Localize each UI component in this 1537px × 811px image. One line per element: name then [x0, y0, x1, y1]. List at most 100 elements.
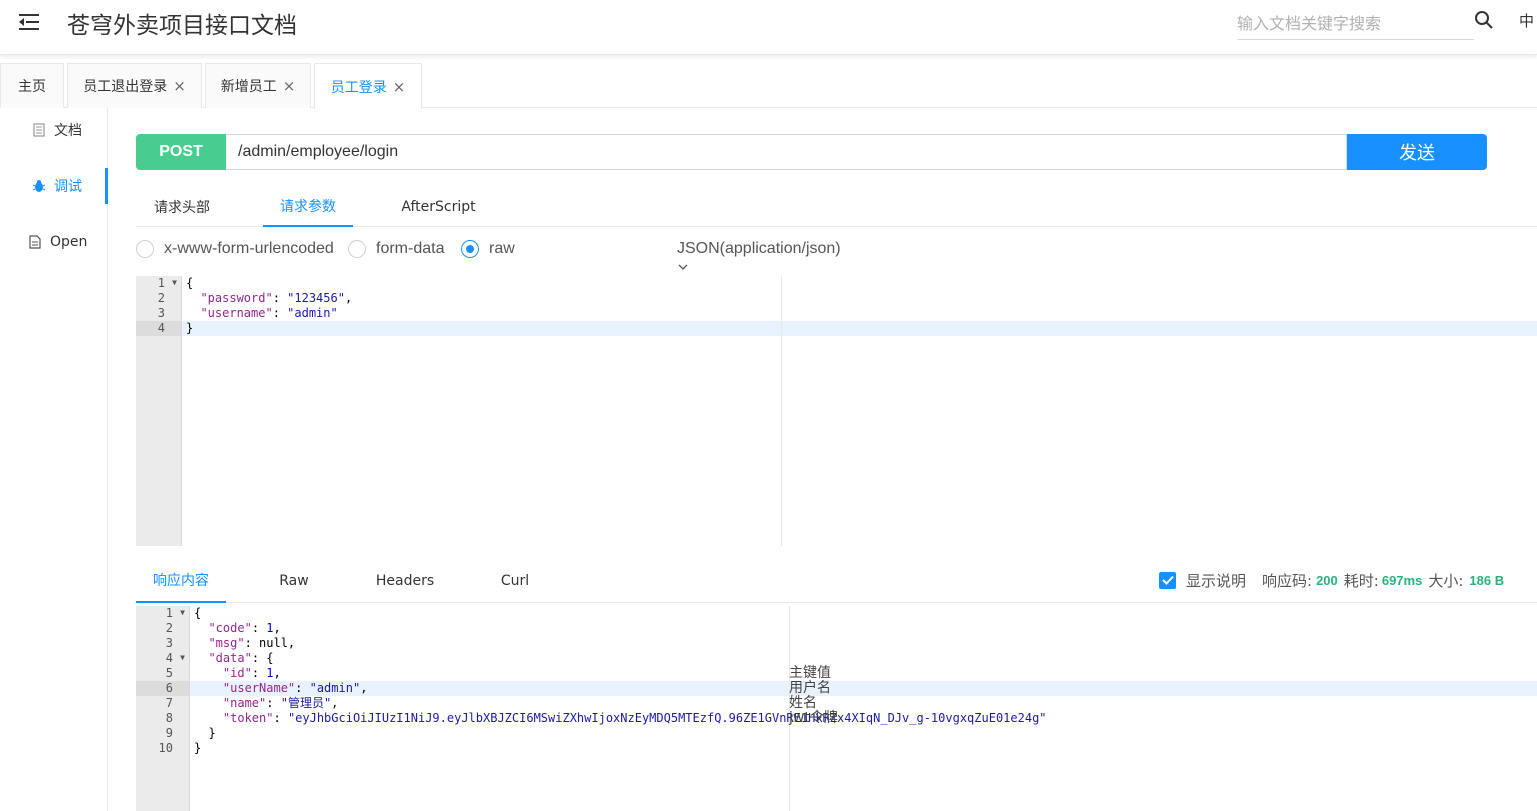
nav-item-label: 调试: [54, 179, 82, 195]
tab-response-headers[interactable]: Headers: [373, 559, 437, 603]
file-icon: [29, 235, 41, 249]
page-title: 苍穹外卖项目接口文档: [67, 13, 297, 39]
time-label: 耗时:: [1343, 571, 1379, 590]
close-icon[interactable]: ×: [173, 77, 186, 95]
request-tabs: 请求头部 请求参数 AfterScript: [136, 186, 1537, 227]
line-number: 6: [136, 681, 189, 696]
radio-raw[interactable]: raw: [461, 240, 515, 258]
code-line: "data": {: [208, 651, 274, 665]
tab-home[interactable]: 主页: [0, 63, 64, 108]
line-number: 7: [165, 696, 173, 710]
body-type-radios: x-www-form-urlencoded form-data raw JSON…: [136, 240, 841, 270]
menu-fold-icon[interactable]: [16, 10, 42, 34]
radio-circle[interactable]: [348, 240, 366, 258]
line-number: 10: [158, 741, 173, 755]
radio-label: raw: [489, 240, 515, 257]
search-input[interactable]: [1237, 8, 1474, 38]
line-number: 2: [157, 291, 165, 305]
radio-label: x-www-form-urlencoded: [164, 240, 334, 257]
code-line: }: [194, 726, 216, 740]
nav-item-label: 文档: [54, 123, 82, 139]
active-line-highlight: [182, 321, 1537, 336]
code-line: "code": 1,: [208, 621, 281, 635]
code-line: }: [186, 321, 194, 335]
close-icon[interactable]: ×: [283, 77, 296, 95]
tab-employee-login[interactable]: 员工登录 ×: [314, 63, 422, 109]
document-icon: [33, 123, 45, 137]
field-description: 主键值: [789, 665, 831, 681]
search-box: [1237, 8, 1474, 40]
code-line: "username": "admin": [200, 306, 338, 320]
fold-arrow-icon[interactable]: ▼: [172, 278, 177, 287]
code-line: "password": "123456",: [200, 291, 353, 305]
show-description-label[interactable]: 显示说明: [1186, 570, 1246, 591]
code-line: "name": "管理员",: [222, 696, 339, 710]
size-label: 大小:: [1428, 571, 1464, 590]
tab-label: 新增员工: [220, 79, 277, 95]
response-body-editor[interactable]: 1 ▼ 2 3 4 ▼ 5 6 7 8 9 10 { "code": 1, "m…: [136, 606, 1537, 811]
request-body-editor[interactable]: 1 ▼ 2 3 4 { "password": "123456", "usern…: [136, 276, 1537, 546]
tab-employee-logout[interactable]: 员工退出登录 ×: [67, 63, 202, 108]
editor-gutter: 1 ▼ 2 3 4: [136, 276, 182, 546]
code-line: {: [194, 606, 202, 620]
content-type-value: JSON(application/json): [677, 240, 841, 257]
url-input[interactable]: [226, 134, 1347, 170]
tab-after-script[interactable]: AfterScript: [391, 186, 486, 227]
fold-arrow-icon[interactable]: ▼: [180, 653, 185, 662]
line-number: 5: [165, 666, 173, 680]
app-header: 苍穹外卖项目接口文档 中: [0, 0, 1537, 55]
tab-label: 员工登录: [330, 79, 387, 96]
radio-circle[interactable]: [461, 240, 479, 258]
tab-request-params[interactable]: 请求参数: [263, 186, 353, 227]
code-line: {: [186, 276, 194, 290]
line-number: 8: [165, 711, 173, 725]
left-nav: 文档 调试 Open: [0, 108, 108, 811]
nav-item-debug[interactable]: 调试: [0, 168, 108, 204]
active-line-highlight: [190, 681, 1537, 696]
tab-response-curl[interactable]: Curl: [494, 559, 536, 603]
radio-label: form-data: [376, 240, 445, 257]
line-number: 3: [157, 306, 165, 320]
fold-arrow-icon[interactable]: ▼: [180, 608, 185, 617]
radio-circle[interactable]: [136, 240, 154, 258]
close-icon[interactable]: ×: [393, 78, 406, 96]
code-line: "id": 1,: [222, 666, 281, 680]
tab-label: 主页: [18, 79, 46, 95]
radio-form-data[interactable]: form-data: [348, 240, 444, 258]
status-code-label: 响应码:: [1262, 571, 1313, 590]
send-button[interactable]: 发送: [1347, 134, 1487, 170]
radio-urlencoded[interactable]: x-www-form-urlencoded: [136, 240, 334, 258]
tab-label: 员工退出登录: [83, 79, 168, 95]
line-number: 4: [136, 321, 181, 336]
tab-add-employee[interactable]: 新增员工 ×: [205, 63, 311, 108]
tab-response-raw[interactable]: Raw: [271, 559, 317, 603]
language-switch[interactable]: 中: [1519, 10, 1534, 31]
code-line: "token": "eyJhbGciOiJIUzI1NiJ9.eyJlbXBJZ…: [222, 711, 1047, 725]
field-description: 姓名: [789, 695, 817, 711]
search-icon[interactable]: [1474, 10, 1494, 30]
response-meta: 显示说明 响应码: 200 耗时: 697ms 大小: 186 B: [1159, 570, 1504, 590]
http-method-badge[interactable]: POST: [136, 134, 226, 170]
code-line: }: [194, 741, 202, 755]
code-line: "msg": null,: [208, 636, 296, 650]
nav-item-label: Open: [50, 234, 88, 250]
code-line: "userName": "admin",: [222, 681, 368, 695]
bug-icon: [32, 180, 46, 192]
print-margin: [781, 276, 782, 546]
time-value: 697ms: [1381, 572, 1423, 588]
line-number: 9: [165, 726, 173, 740]
chevron-down-icon: [678, 264, 688, 270]
content-type-select[interactable]: JSON(application/json): [677, 240, 841, 276]
field-description: 用户名: [789, 680, 831, 696]
tab-request-headers[interactable]: 请求头部: [136, 186, 228, 227]
nav-item-document[interactable]: 文档: [0, 112, 108, 148]
tab-response-content[interactable]: 响应内容: [136, 559, 226, 603]
status-code-value: 200: [1316, 572, 1338, 588]
line-number: 3: [165, 636, 173, 650]
editor-gutter: 1 ▼ 2 3 4 ▼ 5 6 7 8 9 10: [136, 606, 190, 811]
check-icon: [1161, 575, 1174, 585]
size-value: 186 B: [1469, 572, 1505, 588]
show-description-checkbox[interactable]: [1159, 571, 1176, 589]
nav-item-open[interactable]: Open: [0, 224, 108, 260]
document-tabs: 主页 员工退出登录 × 新增员工 × 员工登录 ×: [0, 63, 1537, 109]
